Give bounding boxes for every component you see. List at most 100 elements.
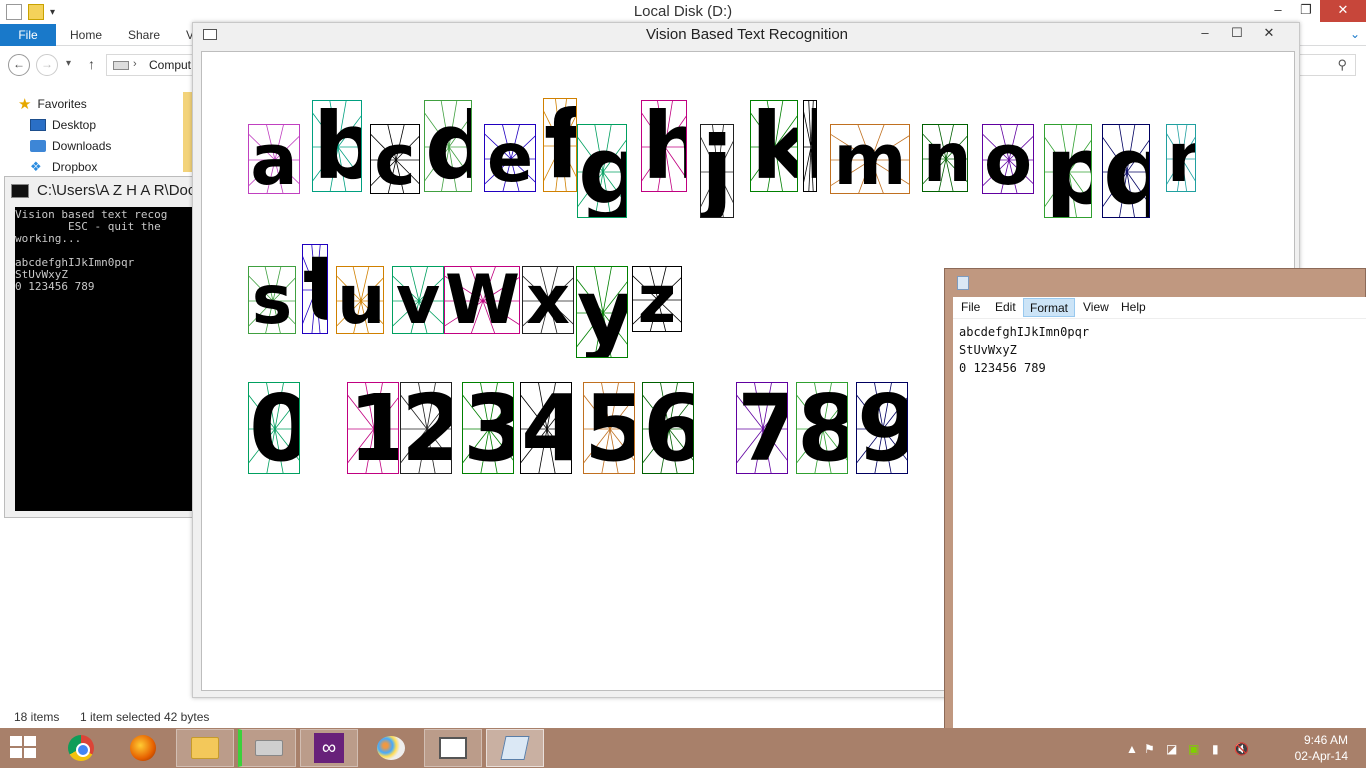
star-icon: ★ — [18, 96, 32, 113]
glyph-char: c — [374, 124, 416, 194]
computer-icon — [113, 61, 129, 70]
menu-help[interactable]: Help — [1115, 298, 1152, 317]
menu-view[interactable]: View — [1077, 298, 1115, 317]
console-output: Vision based text recog ESC - quit the w… — [15, 207, 195, 511]
start-button[interactable] — [10, 736, 38, 760]
glyph-char: h — [642, 101, 686, 191]
recent-locations-icon[interactable]: ▾ — [66, 58, 71, 69]
notepad-menu-bar: File Edit Format View Help — [953, 297, 1366, 319]
glyph-8-box: 8 — [796, 382, 848, 474]
menu-edit[interactable]: Edit — [989, 298, 1022, 317]
glyph-b-box: b — [312, 100, 362, 192]
app-tray-icon[interactable]: ◪ — [1166, 742, 1177, 756]
glyph-char: v — [395, 266, 441, 334]
menu-format[interactable]: Format — [1023, 298, 1076, 317]
console-title: C:\Users\A Z H A R\Doc — [37, 182, 196, 199]
glyph-char: r — [1167, 125, 1195, 191]
minimize-icon[interactable]: – — [1264, 0, 1292, 22]
taskbar-chrome[interactable] — [52, 729, 110, 767]
menu-file[interactable]: File — [955, 298, 986, 317]
console-icon — [11, 183, 29, 198]
glyph-k-box: k — [750, 100, 798, 192]
glyph-char: l — [804, 101, 816, 191]
nav-favorites-label: Favorites — [37, 97, 87, 111]
nav-item-label: Downloads — [52, 139, 112, 153]
show-hidden-icons-icon[interactable]: ▲ — [1126, 742, 1138, 756]
glyph-char: f — [544, 99, 576, 191]
glyph-W-box: W — [444, 266, 520, 334]
glyph-char: g — [578, 125, 626, 217]
tab-home[interactable]: Home — [70, 24, 102, 46]
glyph-char: d — [425, 101, 471, 191]
glyph-char: 5 — [584, 383, 634, 473]
notepad-content: abcdefghIJkImn0pqr StUvWxyZ 0 123456 789 — [959, 325, 1090, 375]
taskbar-visual-studio[interactable]: ∞ — [300, 729, 358, 767]
glyph-x-box: x — [522, 266, 574, 334]
back-icon[interactable]: ← — [8, 54, 30, 76]
close-icon[interactable]: ✕ — [1320, 0, 1366, 22]
selection-status: 1 item selected — [80, 710, 161, 724]
glyph-char: 8 — [797, 383, 847, 473]
explorer-title-bar: ▾ Local Disk (D:) – ❐ ✕ — [0, 0, 1366, 24]
taskbar-vision-app[interactable] — [424, 729, 482, 767]
downloads-icon — [30, 140, 46, 152]
glyph-p-box: p — [1044, 124, 1092, 218]
taskbar-file-explorer[interactable] — [176, 729, 234, 767]
glyph-char: t — [303, 245, 327, 333]
visual-studio-icon: ∞ — [314, 733, 344, 763]
glyph-v-box: v — [392, 266, 444, 334]
clock-time: 9:46 AM — [1303, 733, 1348, 747]
nav-item-label: Desktop — [52, 118, 97, 132]
glyph-char: s — [251, 266, 293, 334]
tab-file[interactable]: File — [0, 24, 56, 46]
glyph-n-box: n — [922, 124, 968, 192]
minimize-icon[interactable]: – — [1189, 23, 1221, 43]
glyph-char: e — [486, 124, 534, 192]
taskbar-paint[interactable] — [362, 729, 420, 767]
tab-share[interactable]: Share — [128, 24, 160, 46]
glyph-char: u — [337, 266, 384, 334]
glyph-char: p — [1045, 125, 1091, 217]
taskbar-drive[interactable] — [238, 729, 296, 767]
forward-icon[interactable]: → — [36, 54, 58, 76]
explorer-title: Local Disk (D:) — [633, 3, 733, 20]
glyph-m-box: m — [830, 124, 910, 194]
glyph-r-box: r — [1166, 124, 1196, 192]
glyph-3-box: 3 — [462, 382, 514, 474]
nav-item-downloads[interactable]: Downloads — [30, 136, 111, 156]
breadcrumb-separator-icon[interactable]: › — [133, 58, 137, 70]
taskbar-notepad[interactable] — [486, 729, 544, 767]
clock[interactable]: 9:46 AM 02-Apr-14 — [1295, 732, 1348, 764]
glyph-char: W — [445, 266, 520, 334]
network-icon[interactable]: ▮ — [1212, 742, 1219, 756]
glyph-char: 4 — [521, 383, 571, 473]
glyph-q-box: q — [1102, 124, 1150, 218]
nvidia-icon[interactable]: ▣ — [1188, 742, 1199, 756]
glyph-char: b — [313, 101, 361, 191]
maximize-icon[interactable]: ☐ — [1221, 23, 1253, 43]
notepad-icon — [957, 276, 969, 290]
volume-muted-icon[interactable]: 🔇 — [1234, 742, 1249, 756]
nav-item-dropbox[interactable]: ❖ Dropbox — [30, 157, 97, 177]
console-window[interactable]: C:\Users\A Z H A R\Doc Vision based text… — [4, 176, 196, 518]
up-icon[interactable]: ↑ — [88, 56, 95, 72]
glyph-2-box: 2 — [400, 382, 452, 474]
glyph-char: z — [637, 266, 677, 332]
notepad-text-area[interactable]: abcdefghIJkImn0pqr StUvWxyZ 0 123456 789 — [953, 319, 1366, 768]
firefox-icon — [130, 735, 156, 761]
restore-icon[interactable]: ❐ — [1292, 0, 1320, 22]
glyph-4-box: 4 — [520, 382, 572, 474]
glyph-char: 1 — [348, 383, 398, 473]
glyph-h-box: h — [641, 100, 687, 192]
notepad-window[interactable]: File Edit Format View Help abcdefghIJkIm… — [944, 268, 1366, 768]
flag-icon[interactable]: ⚑ — [1144, 742, 1155, 756]
vision-window-controls: – ☐ ✕ — [1189, 23, 1285, 43]
expand-ribbon-icon[interactable]: ⌄ — [1350, 27, 1360, 41]
glyph-char: y — [577, 268, 627, 358]
close-icon[interactable]: ✕ — [1253, 23, 1285, 43]
nav-favorites[interactable]: ★ Favorites — [18, 94, 87, 114]
taskbar-firefox[interactable] — [114, 729, 172, 767]
nav-item-desktop[interactable]: Desktop — [30, 115, 96, 135]
search-icon[interactable]: ⚲ — [1337, 57, 1347, 73]
glyph-t-box: t — [302, 244, 328, 334]
